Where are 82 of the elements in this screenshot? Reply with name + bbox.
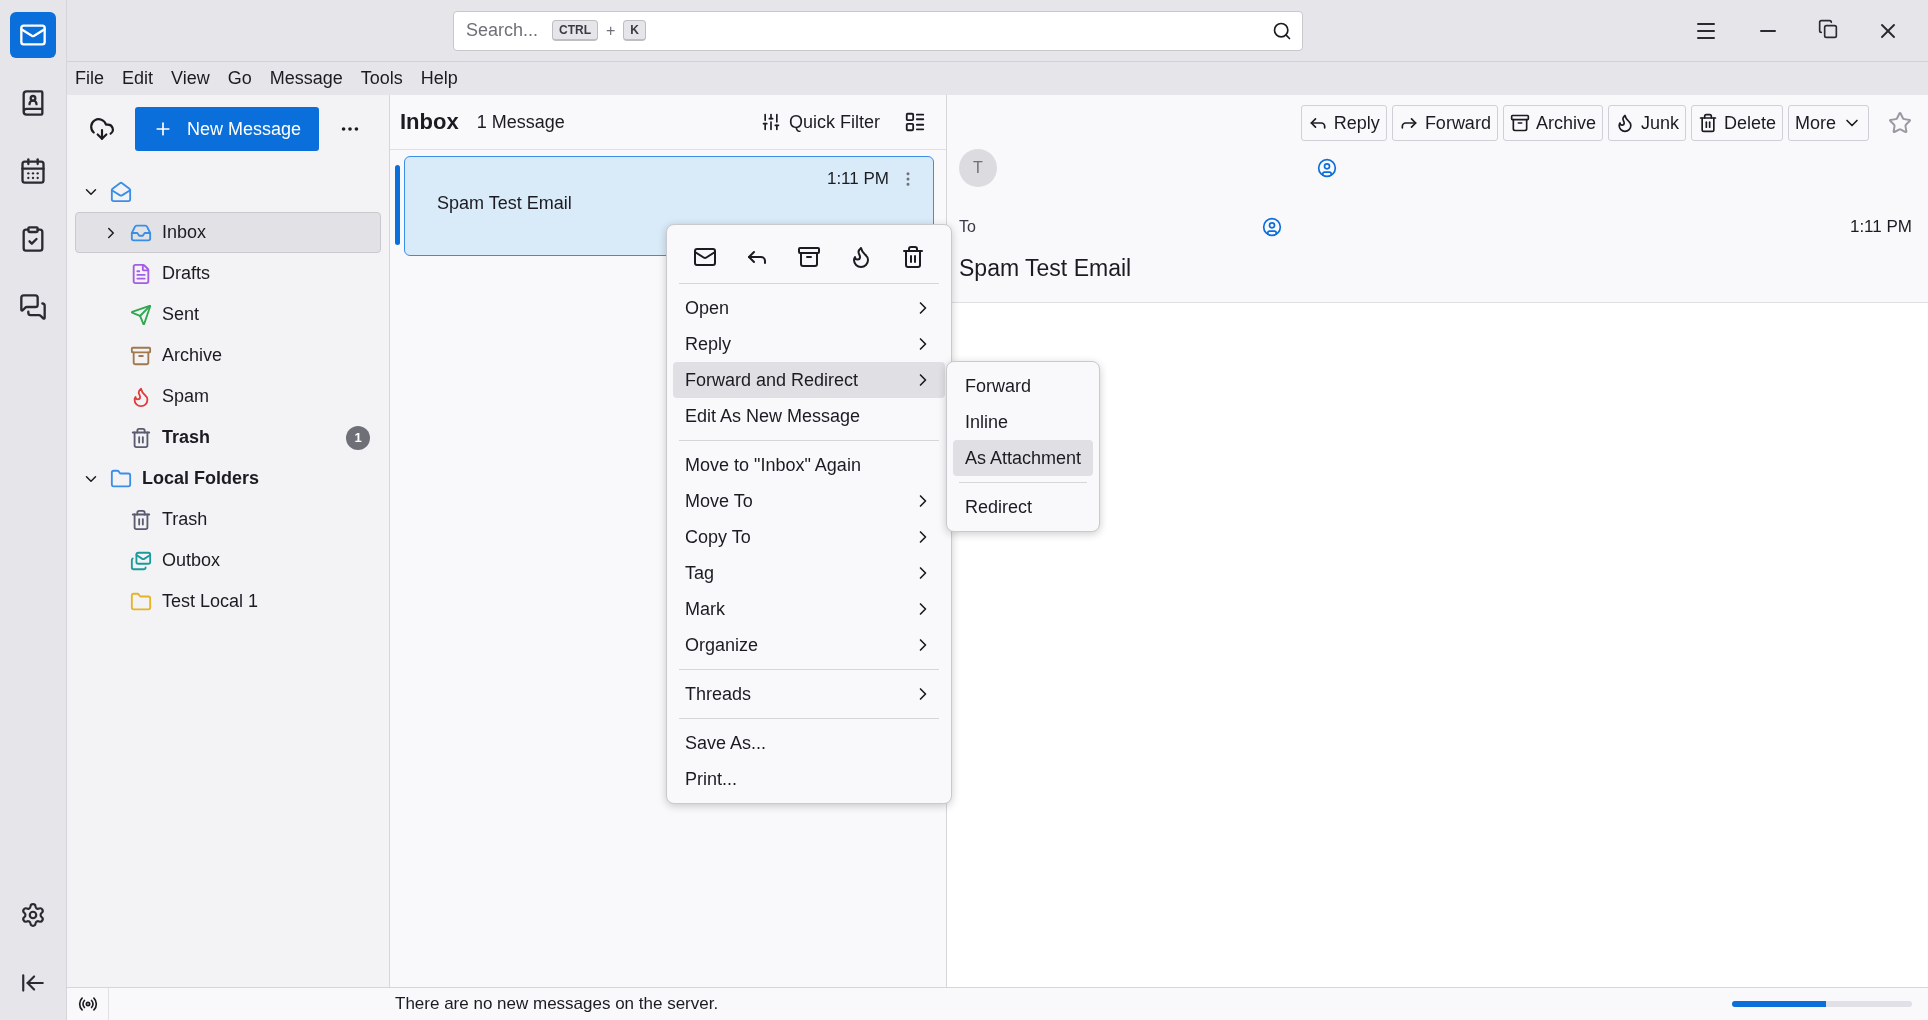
menu-item[interactable]: Edit As New Message	[673, 398, 945, 434]
new-message-button[interactable]: New Message	[135, 107, 320, 151]
unread-count: 1	[346, 425, 370, 450]
trash-icon[interactable]	[901, 245, 925, 269]
menu-item[interactable]: Tag	[673, 555, 945, 591]
search-icon[interactable]	[1272, 20, 1292, 41]
calendar-icon	[19, 157, 47, 185]
mail-icon[interactable]	[693, 245, 717, 269]
folder-item[interactable]: Outbox	[75, 540, 381, 581]
reply-button[interactable]: Reply	[1300, 105, 1387, 141]
quick-filter-button[interactable]: Quick Filter	[755, 110, 886, 134]
sent-icon	[130, 303, 152, 326]
menu-item[interactable]: Save As...	[673, 725, 945, 761]
delete-button[interactable]: Delete	[1690, 105, 1783, 141]
folder-item[interactable]: Archive	[75, 335, 381, 376]
drafts-icon	[130, 262, 152, 285]
menu-item[interactable]: Forward and Redirect	[673, 362, 945, 398]
message-subject: Spam Test Email	[437, 193, 573, 214]
status-text: There are no new messages on the server.	[395, 994, 720, 1014]
shortcut-key: CTRL	[552, 20, 598, 41]
menu-item[interactable]: Move To	[673, 483, 945, 519]
star-icon[interactable]	[1888, 111, 1912, 135]
plus-sign: +	[606, 21, 616, 40]
folder-icon	[110, 467, 132, 490]
menu-item[interactable]: View	[171, 68, 210, 89]
menu-item[interactable]: Print...	[673, 761, 945, 797]
folder-item[interactable]: Trash 1	[75, 417, 381, 458]
get-messages-icon[interactable]	[89, 116, 115, 142]
status-icon	[77, 994, 98, 1014]
menu-item[interactable]: As Attachment	[953, 440, 1093, 476]
menu-item[interactable]: File	[75, 68, 104, 89]
list-title: Inbox	[400, 109, 459, 135]
junk-button[interactable]: Junk	[1607, 105, 1686, 141]
menu-item[interactable]: Inline	[953, 404, 1093, 440]
forward-button[interactable]: Forward	[1391, 105, 1498, 141]
message-count: 1 Message	[476, 111, 566, 133]
menu-item[interactable]: Organize	[673, 627, 945, 663]
menu-item[interactable]: Mark	[673, 591, 945, 627]
trash-icon	[1697, 113, 1718, 133]
to-label: To	[959, 218, 976, 236]
menu-item[interactable]: Edit	[122, 68, 154, 89]
menu-item[interactable]: Threads	[673, 676, 945, 712]
mail-tab[interactable]	[10, 12, 56, 58]
archive-icon[interactable]	[797, 245, 821, 269]
sender-avatar: T	[959, 149, 997, 187]
folder-item[interactable]: Test Local 1	[75, 581, 381, 622]
trash-icon	[130, 426, 152, 449]
folder-item[interactable]: Spam	[75, 376, 381, 417]
folder-item[interactable]: Drafts	[75, 253, 381, 294]
message-subject: Spam Test Email	[959, 255, 1133, 282]
message-time: 1:11 PM	[826, 169, 889, 189]
restore-icon[interactable]	[1818, 18, 1838, 39]
account-row[interactable]: Local Folders	[75, 458, 381, 499]
mails-icon	[130, 549, 152, 572]
settings-icon	[20, 902, 46, 928]
folder-item[interactable]: Inbox	[75, 212, 381, 253]
menu-item[interactable]: Open	[673, 290, 945, 326]
trash-icon	[130, 508, 152, 531]
folder-item[interactable]: Trash	[75, 499, 381, 540]
menu-item[interactable]: Copy To	[673, 519, 945, 555]
layout-icon[interactable]	[904, 111, 926, 133]
mail-icon	[110, 180, 132, 203]
more-button[interactable]: More	[1788, 105, 1869, 141]
menu-item[interactable]: Redirect	[953, 489, 1093, 525]
folder-icon	[130, 590, 152, 613]
shortcut-key: K	[623, 20, 646, 41]
contact-icon[interactable]	[1317, 158, 1337, 178]
archive-button[interactable]: Archive	[1502, 105, 1603, 141]
menu-item[interactable]: Go	[227, 68, 252, 89]
archive-icon	[130, 344, 152, 367]
folder-item[interactable]: Sent	[75, 294, 381, 335]
message-time: 1:11 PM	[1849, 217, 1912, 237]
menu-item[interactable]: Help	[420, 68, 458, 89]
menu-item[interactable]: Move to "Inbox" Again	[673, 447, 945, 483]
menu-item[interactable]: Message	[269, 68, 343, 89]
sliders-icon	[761, 112, 781, 132]
menu-item[interactable]: Forward	[953, 368, 1093, 404]
menu-item[interactable]: Reply	[673, 326, 945, 362]
chat-icon	[19, 293, 47, 321]
contact-icon[interactable]	[1261, 217, 1282, 237]
menu-item[interactable]: Tools	[360, 68, 403, 89]
archive-icon	[1509, 113, 1530, 133]
